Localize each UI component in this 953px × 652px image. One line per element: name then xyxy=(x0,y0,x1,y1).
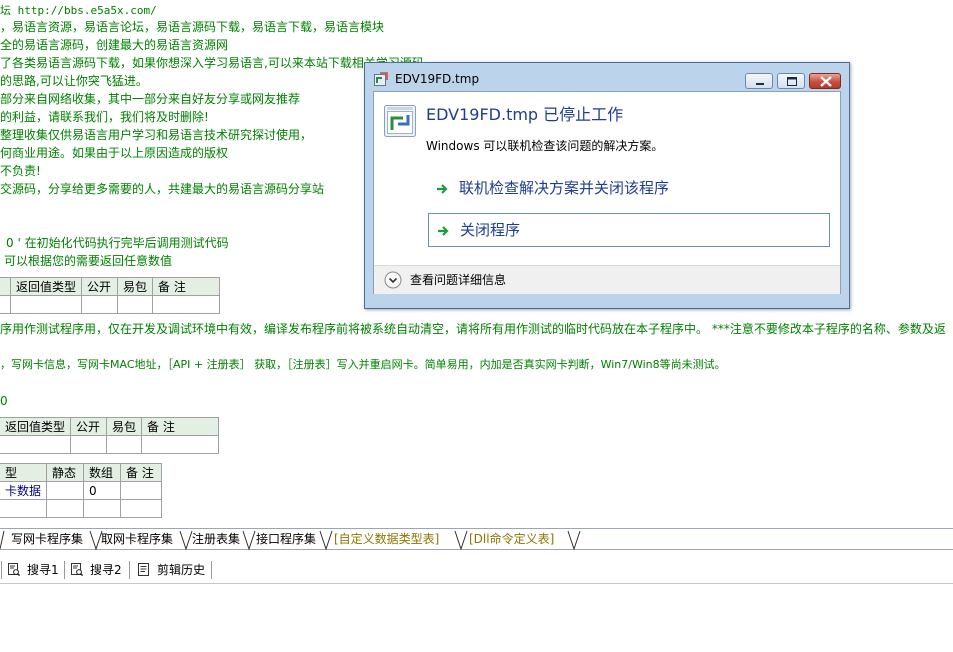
code-line: 0 ' 在初始化代码执行完毕后调用测试代码 xyxy=(6,236,229,250)
table-header-cell: 公开 xyxy=(70,417,108,436)
code-line: 的思路,可以让你突飞猛进。 xyxy=(0,74,148,88)
maximize-icon xyxy=(787,77,797,86)
table-cell[interactable] xyxy=(120,499,163,518)
dialog-footer: 查看问题详细信息 xyxy=(374,265,840,294)
tab-read-nic[interactable]: 取网卡程序集 xyxy=(101,532,173,546)
code-comment: ，写网卡信息，写网卡MAC地址，［API + 注册表］ 获取，［注册表］写入并重… xyxy=(0,358,726,371)
table-cell[interactable] xyxy=(0,295,11,314)
table-header-cell: 数组 xyxy=(83,463,122,482)
table-cell[interactable] xyxy=(120,481,163,500)
bottom-toolbar: 搜寻1 搜寻2 剪辑历史 xyxy=(0,557,953,584)
close-button[interactable] xyxy=(809,73,841,89)
table-cell[interactable] xyxy=(117,295,154,314)
code-line: 坛 http://bbs.e5a5x.com/ xyxy=(0,4,157,17)
tab-write-nic[interactable]: 写网卡程序集 xyxy=(11,532,83,546)
table-row[interactable]: 卡数据 0 xyxy=(0,481,163,500)
table-cell[interactable] xyxy=(0,435,72,454)
app-icon xyxy=(374,72,388,86)
tab-registry[interactable]: 注册表集 xyxy=(192,532,240,546)
table-header-cell: 备 注 xyxy=(141,417,220,436)
table-header-cell: 型 xyxy=(0,463,48,482)
dialog-subtext: Windows 可以联机检查该问题的解决方案。 xyxy=(426,139,664,153)
table-cell[interactable] xyxy=(0,499,48,518)
table-cell[interactable] xyxy=(83,499,122,518)
table-cell[interactable]: 卡数据 xyxy=(0,481,48,500)
code-line: 0 xyxy=(0,394,8,408)
chevron-down-icon[interactable] xyxy=(384,271,402,289)
code-line: 了各类易语言源码下载，如果你想深入学习易语言,可以来本站下载相关学习源码 xyxy=(0,56,424,70)
minimize-icon xyxy=(756,83,764,85)
program-icon xyxy=(384,105,416,137)
clipboard-document-icon xyxy=(138,563,149,576)
code-line: 可以根据您的需要返回任意数值 xyxy=(4,254,173,268)
table-header-cell: 备 注 xyxy=(152,277,221,296)
code-line: 整理收集仅供易语言用户学习和易语言技术研究探讨使用， xyxy=(0,128,313,142)
maximize-button[interactable] xyxy=(777,73,805,89)
search1-label: 搜寻1 xyxy=(27,563,59,577)
search-document-icon xyxy=(71,563,83,576)
tab-dll-commands[interactable]: [Dll命令定义表] xyxy=(469,532,554,546)
table-header-cell: 公开 xyxy=(81,277,119,296)
subroutine-table: 返回值类型 公开 易包 备 注 xyxy=(0,277,221,314)
table-cell[interactable] xyxy=(9,295,83,314)
code-line: 全的易语言源码，创建最大的易语言资源网 xyxy=(0,38,229,52)
toolbar-separator xyxy=(1,561,2,579)
code-line: 的利益，请联系我们，我们将及时删除! xyxy=(0,110,209,124)
close-icon xyxy=(820,76,832,87)
check-online-label: 联机检查解决方案并关闭该程序 xyxy=(459,179,670,197)
dialog-headline: EDV19FD.tmp 已停止工作 xyxy=(426,105,624,124)
code-line: ，易语言资源，易语言论坛，易语言源码下载，易语言下载，易语言模块 xyxy=(0,20,385,34)
table-cell[interactable] xyxy=(141,435,220,454)
table-cell[interactable] xyxy=(152,295,221,314)
subroutine-table: 返回值类型 公开 易包 备 注 xyxy=(0,417,220,454)
search1-button[interactable]: 搜寻1 xyxy=(8,561,62,579)
table-cell[interactable] xyxy=(81,295,119,314)
stopped-working-dialog: EDV19FD.tmp EDV19FD.tmp 已停止工作 Windows 可以… xyxy=(364,62,850,309)
view-details-link[interactable]: 查看问题详细信息 xyxy=(410,273,506,288)
tab-interface[interactable]: 接口程序集 xyxy=(256,532,316,546)
toolbar-separator xyxy=(129,561,130,579)
tab-custom-data-types[interactable]: [自定义数据类型表] xyxy=(334,532,439,546)
table-header-cell xyxy=(0,277,11,296)
toolbar-separator xyxy=(211,561,212,579)
table-cell[interactable] xyxy=(106,435,143,454)
check-online-close-option[interactable]: 联机检查解决方案并关闭该程序 xyxy=(428,172,830,206)
green-arrow-icon xyxy=(438,226,449,236)
table-header-cell: 返回值类型 xyxy=(9,277,83,296)
green-arrow-icon xyxy=(437,184,448,194)
table-header-cell: 易包 xyxy=(117,277,154,296)
minimize-button[interactable] xyxy=(745,73,773,89)
close-program-option[interactable]: 关闭程序 xyxy=(428,213,830,247)
code-line: 部分来自网络收集，其中一部分来自好友分享或网友推荐 xyxy=(0,92,301,106)
table-cell[interactable] xyxy=(70,435,108,454)
search-document-icon xyxy=(8,563,20,576)
module-tab-strip: 写网卡程序集 取网卡程序集 注册表集 接口程序集 [自定义数据类型表] [Dll… xyxy=(0,528,953,551)
table-header-cell: 易包 xyxy=(106,417,143,436)
code-comment: 序用作测试程序用，仅在开发及调试环境中有效，编译发布程序前将被系统自动清空，请将… xyxy=(0,322,946,336)
dialog-content: EDV19FD.tmp 已停止工作 Windows 可以联机检查该问题的解决方案… xyxy=(373,91,841,294)
dialog-title: EDV19FD.tmp xyxy=(395,72,480,86)
table-cell[interactable] xyxy=(46,499,85,518)
code-line: 不负责! xyxy=(0,164,41,178)
clip-history-label: 剪辑历史 xyxy=(157,563,206,577)
search2-label: 搜寻2 xyxy=(90,563,122,577)
code-line: 交源码，分享给更多需要的人，共建最大的易语言源码分享站 xyxy=(0,182,325,196)
table-header-cell: 备 注 xyxy=(120,463,163,482)
table-header-cell: 返回值类型 xyxy=(0,417,72,436)
search2-button[interactable]: 搜寻2 xyxy=(71,561,125,579)
code-line: 何商业用途。如果由于以上原因造成的版权 xyxy=(0,146,229,160)
toolbar-separator xyxy=(64,561,65,579)
clip-history-button[interactable]: 剪辑历史 xyxy=(138,561,208,579)
close-program-label: 关闭程序 xyxy=(460,221,521,239)
table-header-cell: 静态 xyxy=(46,463,85,482)
table-cell[interactable]: 0 xyxy=(83,481,122,500)
variable-table: 型 静态 数组 备 注 卡数据 0 xyxy=(0,463,163,518)
dialog-titlebar[interactable]: EDV19FD.tmp xyxy=(365,63,849,90)
table-cell[interactable] xyxy=(46,481,85,500)
